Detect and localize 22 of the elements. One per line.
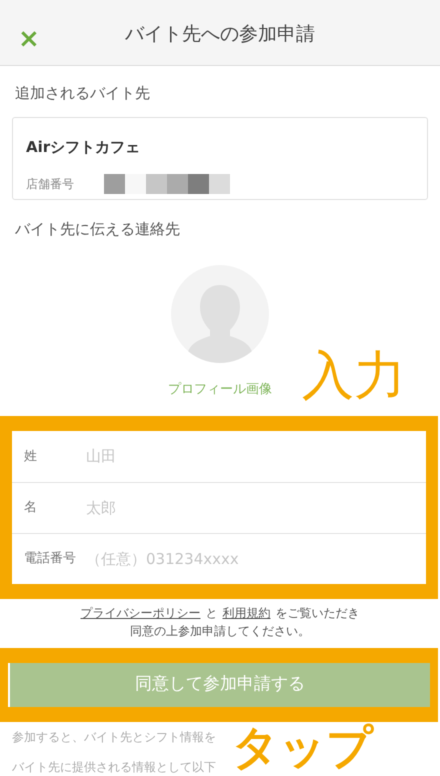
terms-link[interactable]: 利用規約 xyxy=(222,604,270,622)
annotation-label: タップ xyxy=(232,724,373,770)
input-field[interactable]: （任意）031234xxxx xyxy=(86,548,414,570)
input-field[interactable]: 太郎 xyxy=(86,496,414,520)
field-label: 名 xyxy=(24,499,38,518)
section-heading: 追加されるバイト先 xyxy=(15,83,150,104)
privacy-policy-link[interactable]: プライバシーポリシー xyxy=(80,604,200,622)
annotation-label: 入力 xyxy=(302,350,406,402)
consent-text: と xyxy=(206,605,218,622)
note-text: 参加すると、バイト先とシフト情報を xyxy=(12,729,216,746)
section-heading: バイト先に伝える連絡先 xyxy=(15,219,180,240)
screen-title: バイト先への参加申請 xyxy=(125,22,315,48)
person-silhouette-icon xyxy=(186,282,254,362)
store-number-label: 店舗番号 xyxy=(26,176,74,193)
input-field[interactable]: 山田 xyxy=(86,445,414,468)
field-label: 姓 xyxy=(24,448,38,466)
note-text: バイト先に提供される情報として以下 xyxy=(12,759,216,776)
field-label: 電話番号 xyxy=(24,550,77,568)
consent-text: 同意の上参加申請してください。 xyxy=(130,623,310,640)
workplace-name: Airシフトカフェ xyxy=(26,136,140,158)
profile-image-label: プロフィール画像 xyxy=(168,380,272,398)
consent-text: をご覧いただき xyxy=(276,605,360,622)
